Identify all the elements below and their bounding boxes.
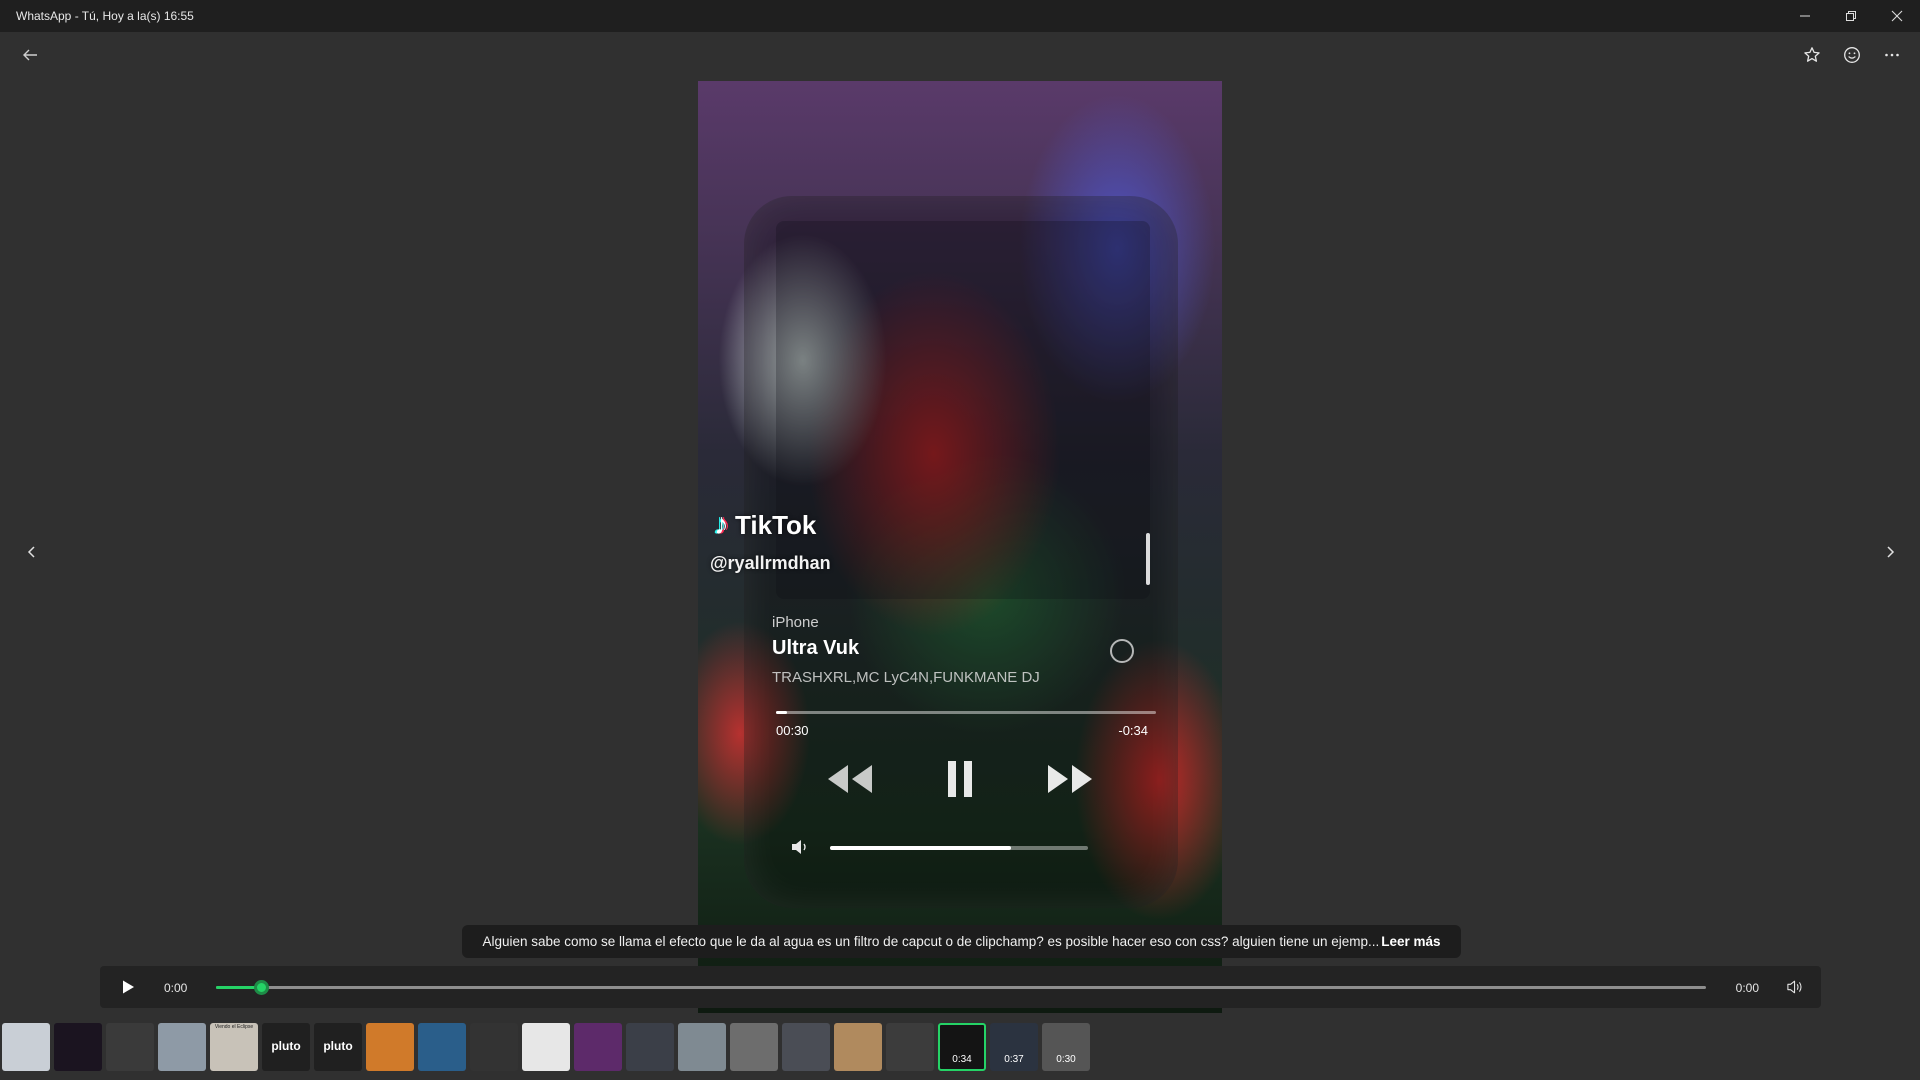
side-indicator [1146,533,1150,585]
media-thumbnail[interactable]: Viendo el Eclipse [210,1023,258,1071]
volume-button[interactable] [1781,974,1809,1000]
chevron-right-icon [1887,546,1895,558]
tiktok-brand: TikTok [735,509,817,540]
media-thumbnail[interactable] [834,1023,882,1071]
play-button[interactable] [112,971,144,1003]
arrow-left-icon [23,49,37,61]
media-thumbnail[interactable] [106,1023,154,1071]
chevron-left-icon [27,546,35,558]
window-title: WhatsApp - Tú, Hoy a la(s) 16:55 [16,9,194,23]
minimize-icon [1800,15,1810,17]
album-art [776,221,1150,599]
media-thumbnail[interactable] [54,1023,102,1071]
now-playing-device: iPhone [772,614,819,631]
media-thumbnail[interactable]: pluto [262,1023,310,1071]
caption-text: Alguien sabe como se llama el efecto que… [482,934,1380,949]
now-playing-remaining: -0:34 [1118,723,1148,738]
smiley-icon [1844,47,1860,63]
read-more-link[interactable]: Leer más [1381,934,1440,949]
pause-icon [934,757,986,806]
media-thumbnail[interactable]: 0:37 [990,1023,1038,1071]
play-icon [123,980,134,994]
tiktok-watermark: ♪ TikTok [714,508,816,542]
tiktok-note-icon: ♪ [714,508,729,541]
media-thumbnail[interactable]: 0:30 [1042,1023,1090,1071]
thumbnail-duration: 0:37 [1004,1054,1024,1065]
media-thumbnail[interactable] [470,1023,518,1071]
more-options-button[interactable] [1876,39,1908,71]
thumbnail-duration: 0:34 [952,1054,972,1065]
seek-handle[interactable] [253,980,269,995]
volume-low-icon [792,840,806,854]
star-button[interactable] [1796,39,1828,71]
media-thumbnail[interactable] [730,1023,778,1071]
thumbnail-duration: 0:30 [1056,1054,1076,1065]
previous-media-button[interactable] [16,536,48,568]
close-icon [1891,10,1903,22]
star-icon [1804,47,1820,62]
restore-icon [1846,11,1856,21]
media-thumbnail[interactable]: pluto [314,1023,362,1071]
now-playing-progress [776,711,1156,714]
react-button[interactable] [1836,39,1868,71]
media-thumbnail[interactable] [574,1023,622,1071]
now-playing-progress-fill [776,711,788,714]
volume-icon [1787,980,1802,994]
now-playing-volume-fill [830,846,1011,850]
more-icon [1885,53,1899,57]
back-button[interactable] [14,39,46,71]
video-frame[interactable]: ♪ TikTok @ryallrmdhan iPhone Ultra Vuk T… [698,81,1222,1013]
video-controls: 0:00 0:00 [100,966,1821,1008]
tiktok-handle: @ryallrmdhan [710,553,831,573]
now-playing-artists: TRASHXRL,MC LyC4N,FUNKMANE DJ [772,669,1040,686]
next-media-button[interactable] [1874,536,1906,568]
media-thumbnail[interactable] [366,1023,414,1071]
seek-bar[interactable] [216,980,1706,995]
close-button[interactable] [1874,0,1920,32]
media-thumbnail[interactable]: 0:34 [938,1023,986,1071]
title-bar: WhatsApp - Tú, Hoy a la(s) 16:55 [0,0,1920,32]
rewind-icon [824,757,876,806]
fast-forward-icon [1044,757,1096,806]
thumbnail-label: pluto [323,1039,353,1053]
thumbnail-label: pluto [271,1039,301,1053]
media-thumbnail[interactable] [2,1023,50,1071]
media-thumbnail[interactable] [158,1023,206,1071]
media-thumbnail-strip: Viendo el Eclipse pluto pluto 0:34 0:37 0:30 [0,1023,1090,1073]
window-controls [1782,0,1920,32]
media-thumbnail[interactable] [626,1023,674,1071]
airplay-icon [1110,639,1134,663]
whatsapp-media-viewer: { "window": { "title": "WhatsApp - Tú, H… [0,0,1920,1080]
current-time: 0:00 [164,981,188,995]
now-playing-elapsed: 00:30 [776,723,809,738]
media-thumbnail[interactable] [678,1023,726,1071]
media-thumbnail[interactable] [522,1023,570,1071]
media-thumbnail[interactable] [886,1023,934,1071]
media-thumbnail[interactable] [418,1023,466,1071]
minimize-button[interactable] [1782,0,1828,32]
media-thumbnail[interactable] [782,1023,830,1071]
total-time: 0:00 [1735,981,1759,995]
restore-button[interactable] [1828,0,1874,32]
thumbnail-label: Viendo el Eclipse [214,1024,254,1030]
media-caption: Alguien sabe como se llama el efecto que… [462,925,1461,958]
now-playing-volume [830,846,1088,850]
viewer-toolbar [0,32,1920,80]
now-playing-title: Ultra Vuk [772,637,860,659]
